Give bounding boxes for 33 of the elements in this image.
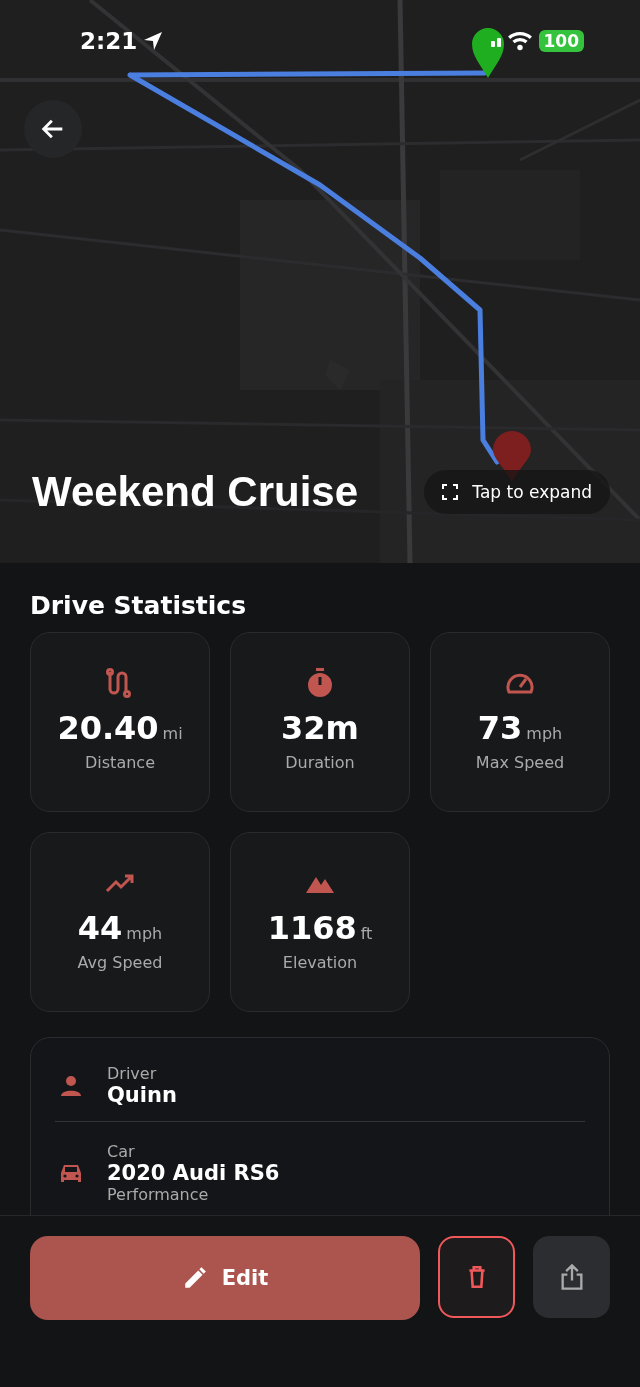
wifi-icon — [506, 31, 533, 51]
delete-button[interactable] — [438, 1236, 515, 1318]
detail-note: Performance — [107, 1185, 210, 1204]
stat-unit: ft — [360, 924, 373, 943]
stat-label: Duration — [285, 753, 355, 772]
stat-unit: mph — [526, 724, 563, 743]
edit-button[interactable]: Edit — [30, 1236, 420, 1320]
status-time: 2:21 — [80, 28, 138, 54]
battery-indicator: 100 — [538, 30, 584, 52]
detail-label: Car — [107, 1142, 136, 1161]
stat-value: 1168 — [267, 909, 357, 947]
detail-value: 2020 Audi RS6 — [107, 1161, 280, 1185]
stat-label: Distance — [85, 753, 155, 772]
stat-value: 20.40 — [57, 709, 159, 747]
stat-label: Elevation — [282, 953, 358, 972]
location-arrow-icon — [143, 31, 164, 51]
share-button[interactable] — [533, 1236, 610, 1318]
detail-label: Driver — [107, 1064, 158, 1083]
stat-unit: mph — [126, 924, 163, 943]
signal-icon — [490, 35, 501, 47]
drive-title: Weekend Cruise — [32, 468, 358, 516]
stat-value: 44 — [77, 909, 123, 947]
expand-button[interactable]: Tap to expand — [424, 470, 610, 514]
pin-icon — [472, 28, 504, 78]
section-title: Drive Statistics — [30, 591, 248, 620]
stat-value: 32m — [281, 709, 359, 747]
stat-value: 73 — [477, 709, 523, 747]
stat-unit: mi — [162, 724, 183, 743]
stat-label: Avg Speed — [77, 953, 163, 972]
expand-icon — [442, 484, 459, 500]
person-icon — [59, 1073, 83, 1098]
stat-label: Max Speed — [475, 753, 565, 772]
detail-value: Quinn — [107, 1083, 177, 1107]
